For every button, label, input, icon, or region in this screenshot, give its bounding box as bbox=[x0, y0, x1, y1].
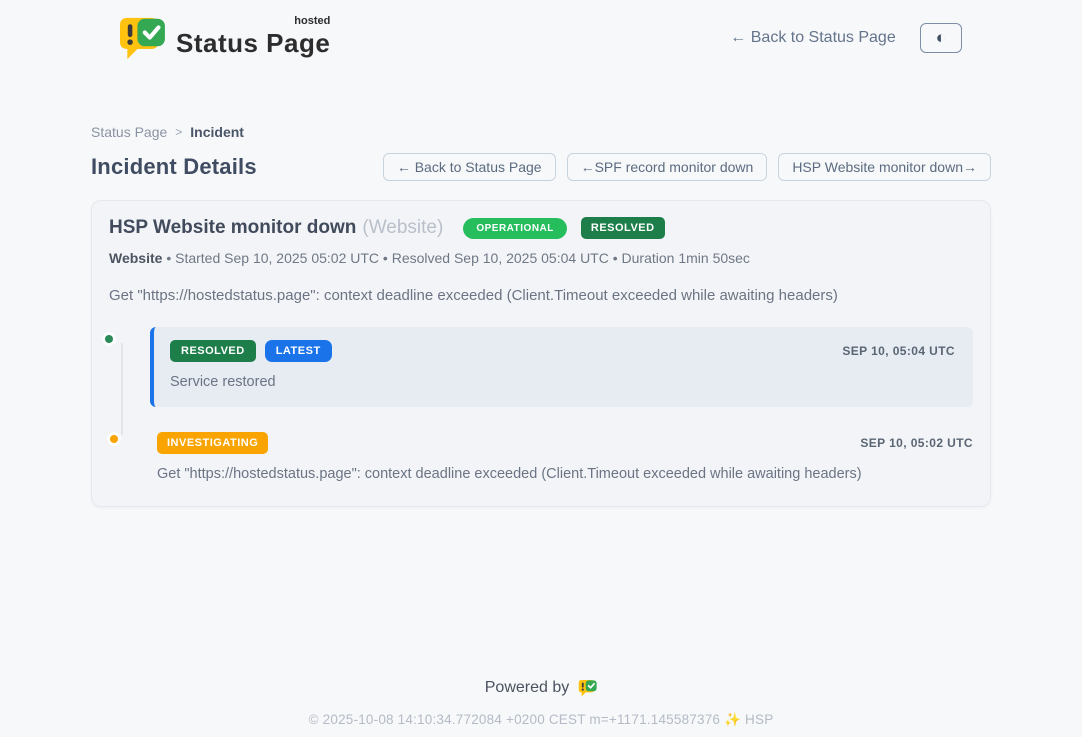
breadcrumb-status-page[interactable]: Status Page bbox=[91, 124, 167, 140]
timeline-entry-head: RESOLVED LATEST SEP 10, 05:04 UTC bbox=[170, 340, 955, 362]
brand-superscript: hosted bbox=[294, 15, 330, 27]
resolved-status-badge: RESOLVED bbox=[581, 217, 665, 239]
next-incident-button[interactable]: HSP Website monitor down→ bbox=[778, 153, 991, 181]
site-logo[interactable]: Status Page hosted bbox=[118, 16, 330, 60]
footer: Powered by © 2025-10-08 14:10:34.772084 … bbox=[0, 679, 1082, 728]
back-to-status-page-button[interactable]: ← Back to Status Page bbox=[383, 153, 556, 181]
breadcrumb-separator: > bbox=[175, 125, 182, 139]
timeline-entry-resolved: RESOLVED LATEST SEP 10, 05:04 UTC Servic… bbox=[150, 327, 973, 407]
incident-timeline: RESOLVED LATEST SEP 10, 05:04 UTC Servic… bbox=[109, 327, 973, 482]
resolved-badge: RESOLVED bbox=[170, 340, 256, 362]
brand-wrap: Status Page hosted bbox=[176, 16, 330, 59]
contrast-icon: ◐ bbox=[936, 28, 946, 47]
timeline-timestamp: SEP 10, 05:04 UTC bbox=[842, 344, 955, 358]
main-content: Status Page > Incident Incident Details … bbox=[91, 124, 991, 507]
header: Status Page hosted ← Back to Status Page… bbox=[0, 0, 1082, 74]
header-right: ← Back to Status Page ◐ bbox=[730, 23, 962, 53]
incident-component: (Website) bbox=[362, 217, 443, 239]
timeline-connector-line bbox=[121, 343, 123, 435]
incident-title: HSP Website monitor down bbox=[109, 217, 356, 239]
incident-meta: Website • Started Sep 10, 2025 05:02 UTC… bbox=[109, 250, 973, 266]
timeline-entry-head: INVESTIGATING SEP 10, 05:02 UTC bbox=[157, 432, 973, 454]
timeline-dot-orange bbox=[107, 432, 121, 446]
timeline-dot-green bbox=[102, 332, 116, 346]
operational-status-badge: OPERATIONAL bbox=[463, 218, 567, 239]
timeline-message: Service restored bbox=[170, 374, 955, 390]
incident-card: HSP Website monitor down (Website) OPERA… bbox=[91, 200, 991, 507]
incident-description: Get "https://hostedstatus.page": context… bbox=[109, 287, 973, 304]
breadcrumb: Status Page > Incident bbox=[91, 124, 991, 140]
latest-badge: LATEST bbox=[265, 340, 332, 362]
timeline-timestamp: SEP 10, 05:02 UTC bbox=[860, 436, 973, 450]
page-title: Incident Details bbox=[91, 154, 257, 180]
powered-by-logo-icon bbox=[578, 679, 597, 697]
status-page-logo-icon bbox=[118, 16, 166, 60]
title-row: Incident Details ← Back to Status Page ←… bbox=[91, 153, 991, 181]
copyright-line: © 2025-10-08 14:10:34.772084 +0200 CEST … bbox=[0, 712, 1082, 728]
theme-toggle-button[interactable]: ◐ bbox=[920, 23, 962, 53]
powered-by-link[interactable]: Powered by bbox=[485, 679, 598, 697]
breadcrumb-incident: Incident bbox=[190, 124, 244, 140]
prev-incident-button[interactable]: ←SPF record monitor down bbox=[567, 153, 768, 181]
brand-name: Status Page bbox=[176, 28, 330, 58]
timeline-message: Get "https://hostedstatus.page": context… bbox=[157, 466, 973, 482]
header-back-link[interactable]: ← Back to Status Page bbox=[730, 29, 895, 47]
incident-title-row: HSP Website monitor down (Website) OPERA… bbox=[109, 217, 973, 239]
powered-by-label: Powered by bbox=[485, 679, 570, 697]
incident-meta-component: Website bbox=[109, 250, 162, 266]
incident-meta-times: • Started Sep 10, 2025 05:02 UTC • Resol… bbox=[162, 250, 750, 266]
investigating-badge: INVESTIGATING bbox=[157, 432, 268, 454]
incident-nav-buttons: ← Back to Status Page ←SPF record monito… bbox=[383, 153, 991, 181]
timeline-entry-investigating: INVESTIGATING SEP 10, 05:02 UTC Get "htt… bbox=[150, 432, 973, 482]
